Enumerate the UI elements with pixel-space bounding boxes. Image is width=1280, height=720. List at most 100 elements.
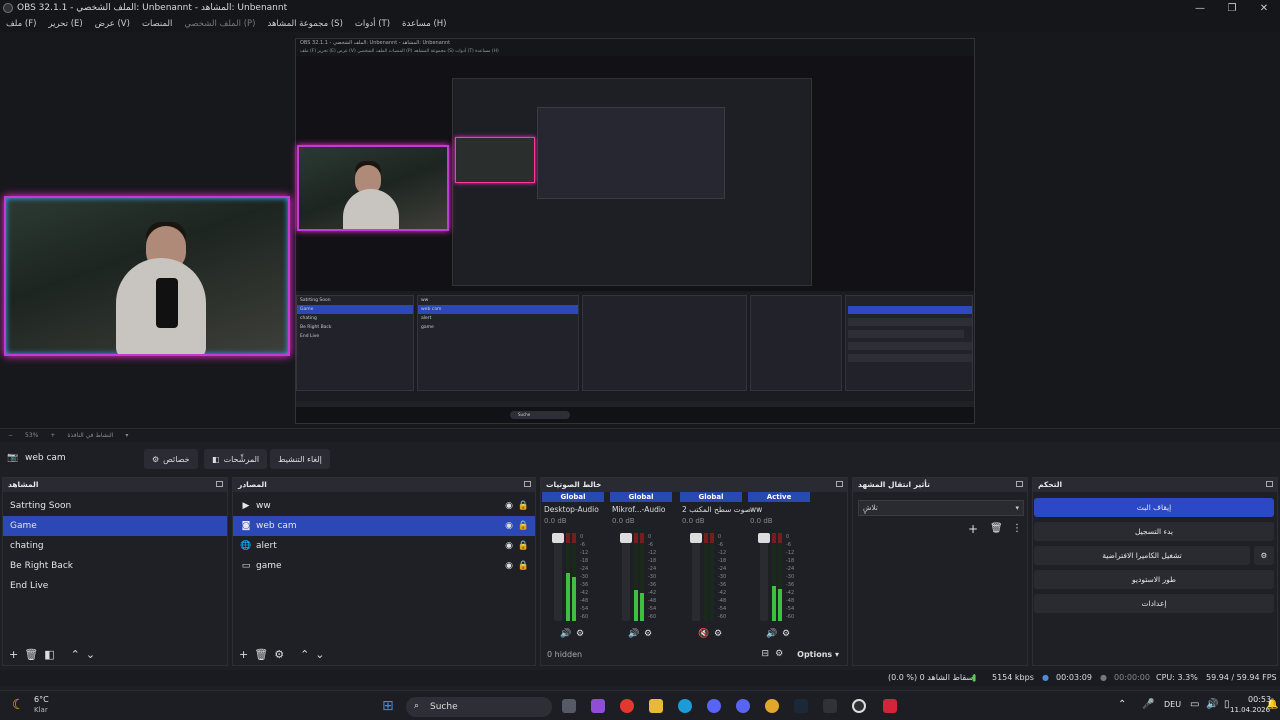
- file-explorer-icon[interactable]: [649, 699, 663, 713]
- volume-fader[interactable]: [758, 533, 770, 621]
- menu-view[interactable]: عرض (V): [95, 19, 130, 29]
- add-transition-button[interactable]: +: [968, 522, 978, 536]
- popout-icon[interactable]: [1016, 481, 1023, 487]
- lock-icon[interactable]: 🔒: [518, 536, 529, 556]
- zoom-out-button[interactable]: −: [8, 432, 13, 439]
- chrome-icon[interactable]: [620, 699, 634, 713]
- taskbar-search[interactable]: Suche: [406, 697, 552, 717]
- scene-item[interactable]: Satrting Soon: [3, 496, 227, 516]
- lock-icon[interactable]: 🔒: [518, 496, 529, 516]
- start-recording-button[interactable]: بدء التسجيل: [1034, 522, 1274, 541]
- zoom-in-button[interactable]: +: [50, 432, 55, 439]
- channel-scope[interactable]: Global: [610, 492, 672, 502]
- source-item[interactable]: ▶ ww ◉ 🔒: [233, 496, 535, 516]
- chevron-up-icon[interactable]: ⌃: [1118, 699, 1126, 710]
- move-up-button[interactable]: ⌃: [300, 648, 309, 661]
- mail-icon[interactable]: [823, 699, 837, 713]
- scene-item[interactable]: End Live: [3, 576, 227, 596]
- lock-icon[interactable]: 🔒: [518, 556, 529, 576]
- menu-edit[interactable]: تحرير (E): [48, 19, 82, 29]
- lock-icon[interactable]: 🔒: [518, 516, 529, 536]
- network-icon[interactable]: ▭: [1190, 699, 1199, 710]
- scene-item[interactable]: Game: [3, 516, 227, 536]
- popout-icon[interactable]: [216, 481, 223, 487]
- channel-settings-icon[interactable]: ⚙: [782, 629, 790, 639]
- fader-knob[interactable]: [758, 533, 770, 543]
- fader-knob[interactable]: [620, 533, 632, 543]
- channel-scope[interactable]: Global: [680, 492, 742, 502]
- trash-icon[interactable]: 🗑: [254, 648, 268, 661]
- menu-scene-collection[interactable]: مجموعة المشاهد (S): [267, 19, 342, 29]
- virtual-camera-button[interactable]: تشغيل الكاميرا الافتراضية: [1034, 546, 1250, 565]
- scene-item[interactable]: Be Right Back: [3, 556, 227, 576]
- fader-knob[interactable]: [552, 533, 564, 543]
- edge-icon[interactable]: [678, 699, 692, 713]
- scene-item[interactable]: chating: [3, 536, 227, 556]
- settings-button[interactable]: إعدادات: [1034, 594, 1274, 613]
- zoom-dropdown-icon[interactable]: ▾: [125, 432, 128, 439]
- source-item[interactable]: ◙ web cam ◉ 🔒: [233, 516, 535, 536]
- add-source-button[interactable]: +: [239, 648, 248, 661]
- minimize-button[interactable]: —: [1184, 0, 1216, 16]
- gear-icon[interactable]: ⚙: [274, 648, 284, 661]
- language-indicator[interactable]: DEU: [1164, 700, 1181, 709]
- discord-alt-icon[interactable]: [736, 699, 750, 713]
- channel-name[interactable]: صوت سطح المكتب 2: [680, 505, 751, 514]
- maximize-button[interactable]: ❐: [1216, 0, 1248, 16]
- add-scene-button[interactable]: +: [9, 648, 18, 661]
- obs-icon[interactable]: [852, 699, 866, 713]
- volume-fader[interactable]: [552, 533, 564, 621]
- eye-icon[interactable]: ◉: [505, 516, 513, 536]
- speaker-icon[interactable]: 🔊: [560, 629, 571, 639]
- eye-icon[interactable]: ◉: [505, 496, 513, 516]
- filters-button[interactable]: ◧ المرشِّحات: [204, 449, 268, 469]
- gear-icon[interactable]: ⚙: [775, 649, 783, 659]
- source-item[interactable]: 🌐 alert ◉ 🔒: [233, 536, 535, 556]
- trash-icon[interactable]: 🗑: [990, 523, 1003, 534]
- channel-scope[interactable]: Global: [542, 492, 604, 502]
- microphone-icon[interactable]: 🎤: [1142, 699, 1154, 710]
- fader-knob[interactable]: [690, 533, 702, 543]
- channel-scope[interactable]: Active: [748, 492, 810, 502]
- stop-streaming-button[interactable]: إيقاف البث: [1034, 498, 1274, 517]
- more-icon[interactable]: ⋮: [1012, 523, 1022, 534]
- task-view-icon[interactable]: [562, 699, 576, 713]
- menu-profile[interactable]: الملف الشخصي (P): [184, 19, 255, 29]
- channel-settings-icon[interactable]: ⚙: [644, 629, 652, 639]
- webcam-feed[interactable]: [4, 196, 290, 356]
- channel-name[interactable]: Mikrof...-Audio: [610, 505, 672, 514]
- volume-icon[interactable]: 🔊: [1206, 699, 1218, 710]
- battery-icon[interactable]: ▯: [1224, 699, 1230, 710]
- channel-name[interactable]: Desktop-Audio: [542, 505, 604, 514]
- move-up-button[interactable]: ⌃: [71, 648, 80, 661]
- trash-icon[interactable]: 🗑: [24, 648, 38, 661]
- volume-fader[interactable]: [690, 533, 702, 621]
- app-icon[interactable]: [765, 699, 779, 713]
- clock-date[interactable]: 11.04.2026: [1230, 706, 1270, 714]
- popout-icon[interactable]: [1266, 481, 1273, 487]
- channel-settings-icon[interactable]: ⚙: [714, 629, 722, 639]
- steam-icon[interactable]: [794, 699, 808, 713]
- menu-file[interactable]: ملف (F): [6, 19, 36, 29]
- move-down-button[interactable]: ⌄: [86, 648, 95, 661]
- menu-docks[interactable]: المنصات: [142, 19, 172, 29]
- eye-icon[interactable]: ◉: [505, 536, 513, 556]
- speaker-icon[interactable]: 🔊: [628, 629, 639, 639]
- move-down-button[interactable]: ⌄: [315, 648, 324, 661]
- studio-mode-button[interactable]: طور الاستوديو: [1034, 570, 1274, 589]
- popout-icon[interactable]: [836, 481, 843, 487]
- windows-start-icon[interactable]: ⊞: [382, 698, 394, 714]
- source-item[interactable]: ▭ game ◉ 🔒: [233, 556, 535, 576]
- muted-speaker-icon[interactable]: 🔇: [698, 629, 709, 639]
- menu-help[interactable]: مساعدة (H): [402, 19, 446, 29]
- deactivate-button[interactable]: إلغاء التنشيط: [270, 449, 330, 469]
- mixer-options-button[interactable]: Options ▾: [797, 650, 839, 659]
- layout-icon[interactable]: ⊟: [762, 649, 770, 659]
- gear-icon[interactable]: ⚙: [1254, 546, 1274, 565]
- close-button[interactable]: ✕: [1248, 0, 1280, 16]
- popout-icon[interactable]: [524, 481, 531, 487]
- notification-icon[interactable]: 🔔: [1266, 699, 1278, 710]
- eye-icon[interactable]: ◉: [505, 556, 513, 576]
- copilot-icon[interactable]: [591, 699, 605, 713]
- transition-select[interactable]: تلاشٍ ▾: [858, 500, 1024, 516]
